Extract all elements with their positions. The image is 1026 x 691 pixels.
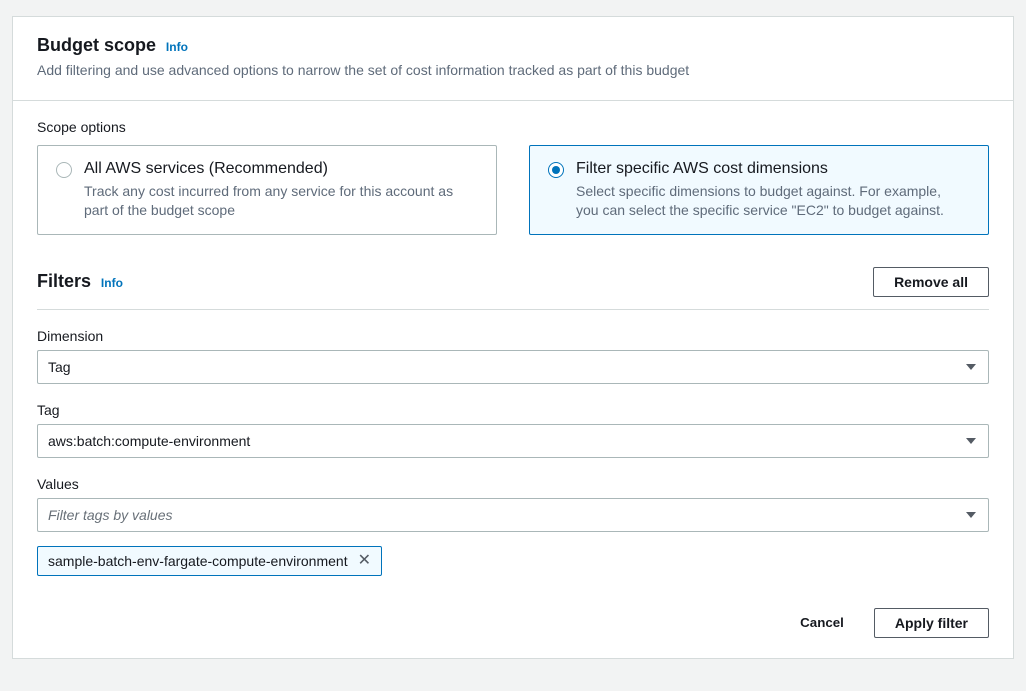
values-placeholder: Filter tags by values — [48, 507, 173, 523]
scope-options-label: Scope options — [37, 119, 989, 135]
tag-label: Tag — [37, 402, 989, 418]
tag-value: aws:batch:compute-environment — [48, 433, 250, 449]
panel-header: Budget scope Info Add filtering and use … — [13, 17, 1013, 101]
scope-option-all-services[interactable]: All AWS services (Recommended) Track any… — [37, 145, 497, 235]
tag-select[interactable]: aws:batch:compute-environment — [37, 424, 989, 458]
filter-token: sample-batch-env-fargate-compute-environ… — [37, 546, 382, 576]
filters-title: Filters — [37, 271, 91, 292]
tile-desc: Select specific dimensions to budget aga… — [576, 182, 966, 220]
budget-scope-panel: Budget scope Info Add filtering and use … — [12, 16, 1014, 659]
page-title: Budget scope — [37, 35, 156, 56]
dimension-value: Tag — [48, 359, 71, 375]
remove-all-button[interactable]: Remove all — [873, 267, 989, 297]
tag-field: Tag aws:batch:compute-environment — [37, 402, 989, 458]
dimension-label: Dimension — [37, 328, 989, 344]
page-subtitle: Add filtering and use advanced options t… — [37, 62, 989, 78]
chevron-down-icon — [966, 364, 976, 370]
chevron-down-icon — [966, 438, 976, 444]
values-label: Values — [37, 476, 989, 492]
tile-title: Filter specific AWS cost dimensions — [576, 160, 966, 178]
scope-options-group: All AWS services (Recommended) Track any… — [37, 145, 989, 235]
footer-actions: Cancel Apply filter — [37, 608, 989, 638]
info-link[interactable]: Info — [166, 40, 188, 54]
filters-info-link[interactable]: Info — [101, 276, 123, 290]
tile-desc: Track any cost incurred from any service… — [84, 182, 474, 220]
dimension-select[interactable]: Tag — [37, 350, 989, 384]
selected-tokens: sample-batch-env-fargate-compute-environ… — [37, 532, 989, 576]
radio-icon — [548, 162, 564, 178]
values-field: Values Filter tags by values — [37, 476, 989, 532]
tile-title: All AWS services (Recommended) — [84, 160, 474, 178]
radio-icon — [56, 162, 72, 178]
token-label: sample-batch-env-fargate-compute-environ… — [48, 553, 348, 569]
chevron-down-icon — [966, 512, 976, 518]
values-combobox[interactable]: Filter tags by values — [37, 498, 989, 532]
dimension-field: Dimension Tag — [37, 328, 989, 384]
cancel-button[interactable]: Cancel — [788, 609, 856, 636]
apply-filter-button[interactable]: Apply filter — [874, 608, 989, 638]
filters-header: Filters Info Remove all — [37, 267, 989, 310]
close-icon[interactable]: ✕ — [358, 553, 371, 569]
scope-option-filter-dimensions[interactable]: Filter specific AWS cost dimensions Sele… — [529, 145, 989, 235]
